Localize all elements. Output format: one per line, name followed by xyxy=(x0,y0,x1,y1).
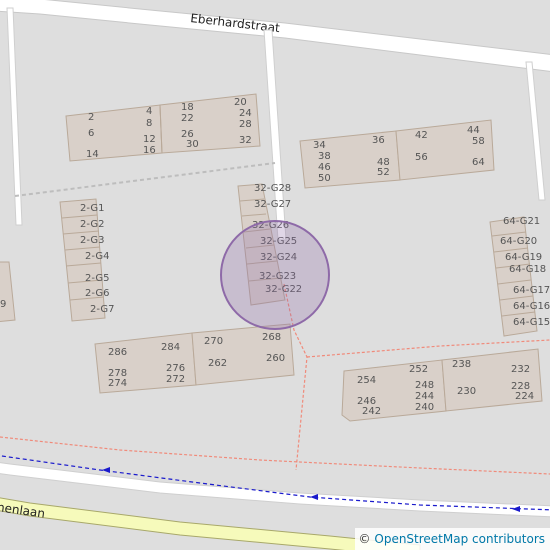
house-number: 44 xyxy=(467,125,480,136)
house-number: 32 xyxy=(239,135,252,146)
house-number: 274 xyxy=(108,378,127,389)
map-attribution: © OpenStreetMap contributors xyxy=(354,528,550,550)
house-number: 36 xyxy=(372,135,385,146)
house-number: 8 xyxy=(146,118,152,129)
house-number: 2-G7 xyxy=(90,304,114,315)
house-number: 238 xyxy=(452,359,471,370)
house-number: 32-G27 xyxy=(254,199,291,210)
house-number: 2-G5 xyxy=(85,273,109,284)
house-number: 2-G4 xyxy=(85,251,109,262)
house-number: 240 xyxy=(415,402,434,413)
house-number: 22 xyxy=(181,113,194,124)
house-number: 272 xyxy=(166,374,185,385)
house-number: 64-G15 xyxy=(513,317,550,328)
house-number: 262 xyxy=(208,358,227,369)
house-number: 9 xyxy=(0,299,6,310)
house-number: 50 xyxy=(318,173,331,184)
location-marker[interactable] xyxy=(220,220,330,330)
house-number: 2-G3 xyxy=(80,235,104,246)
house-number: 12 xyxy=(143,134,156,145)
house-number: 64-G16 xyxy=(513,301,550,312)
house-number: 32-G28 xyxy=(254,183,291,194)
map-canvas[interactable]: Eberhardstraat ijnenlaan 24681214 1618 2… xyxy=(0,0,550,550)
house-number: 64-G21 xyxy=(503,216,540,227)
house-number: 260 xyxy=(266,353,285,364)
house-number: 52 xyxy=(377,167,390,178)
house-number: 38 xyxy=(318,151,331,162)
house-number: 232 xyxy=(511,364,530,375)
house-number: 64-G17 xyxy=(513,285,550,296)
house-number: 242 xyxy=(362,406,381,417)
house-number: 4 xyxy=(146,106,152,117)
house-number: 6 xyxy=(88,128,94,139)
house-number: 248 xyxy=(415,380,434,391)
house-number: 254 xyxy=(357,375,376,386)
house-number: 64-G19 xyxy=(505,252,542,263)
house-number: 28 xyxy=(239,119,252,130)
house-number: 252 xyxy=(409,364,428,375)
house-number: 224 xyxy=(515,391,534,402)
house-number: 244 xyxy=(415,391,434,402)
house-number: 34 xyxy=(313,140,326,151)
house-number: 2 xyxy=(88,112,94,123)
house-number: 284 xyxy=(161,342,180,353)
house-number: 30 xyxy=(186,139,199,150)
house-number: 56 xyxy=(415,152,428,163)
house-number: 2-G6 xyxy=(85,288,109,299)
house-number: 286 xyxy=(108,347,127,358)
house-number: 268 xyxy=(262,332,281,343)
house-number: 64-G20 xyxy=(500,236,537,247)
house-number: 64 xyxy=(472,157,485,168)
house-number: 24 xyxy=(239,108,252,119)
house-number: 20 xyxy=(234,97,247,108)
house-number: 2-G1 xyxy=(80,203,104,214)
house-number: 230 xyxy=(457,386,476,397)
house-number: 42 xyxy=(415,130,428,141)
house-number: 2-G2 xyxy=(80,219,104,230)
house-number: 64-G18 xyxy=(509,264,546,275)
osm-contributors-link[interactable]: OpenStreetMap contributors xyxy=(374,532,545,546)
copyright-symbol: © xyxy=(358,532,371,546)
house-number: 270 xyxy=(204,336,223,347)
house-number: 276 xyxy=(166,363,185,374)
house-number: 14 xyxy=(86,149,99,160)
house-number: 16 xyxy=(143,145,156,156)
house-number: 18 xyxy=(181,102,194,113)
house-number: 46 xyxy=(318,162,331,173)
house-number: 58 xyxy=(472,136,485,147)
